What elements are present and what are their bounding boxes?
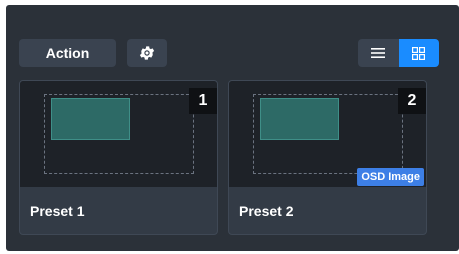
grid-icon bbox=[412, 46, 426, 60]
preset-thumbnail: 1 bbox=[20, 81, 217, 187]
gear-icon bbox=[139, 46, 155, 60]
preset-panel: Action 1 Preset 1 2 OSD Image Preset 2 bbox=[6, 5, 459, 251]
list-icon bbox=[371, 48, 386, 58]
grid-view-button[interactable] bbox=[398, 39, 439, 67]
preset-card-2[interactable]: 2 OSD Image Preset 2 bbox=[228, 80, 427, 235]
preset-label: Preset 2 bbox=[239, 203, 294, 219]
preset-label: Preset 1 bbox=[30, 203, 85, 219]
window-region bbox=[260, 98, 339, 140]
action-button-label: Action bbox=[45, 45, 90, 61]
osd-image-badge: OSD Image bbox=[357, 168, 424, 186]
preset-card-1[interactable]: 1 Preset 1 bbox=[19, 80, 218, 235]
preset-number-badge: 1 bbox=[189, 88, 217, 114]
preset-thumbnail: 2 OSD Image bbox=[229, 81, 426, 187]
settings-button[interactable] bbox=[127, 39, 167, 67]
view-toggle bbox=[358, 39, 439, 67]
preset-number-badge: 2 bbox=[398, 88, 426, 114]
list-view-button[interactable] bbox=[358, 39, 399, 67]
window-region bbox=[51, 98, 130, 140]
action-button[interactable]: Action bbox=[19, 39, 116, 67]
